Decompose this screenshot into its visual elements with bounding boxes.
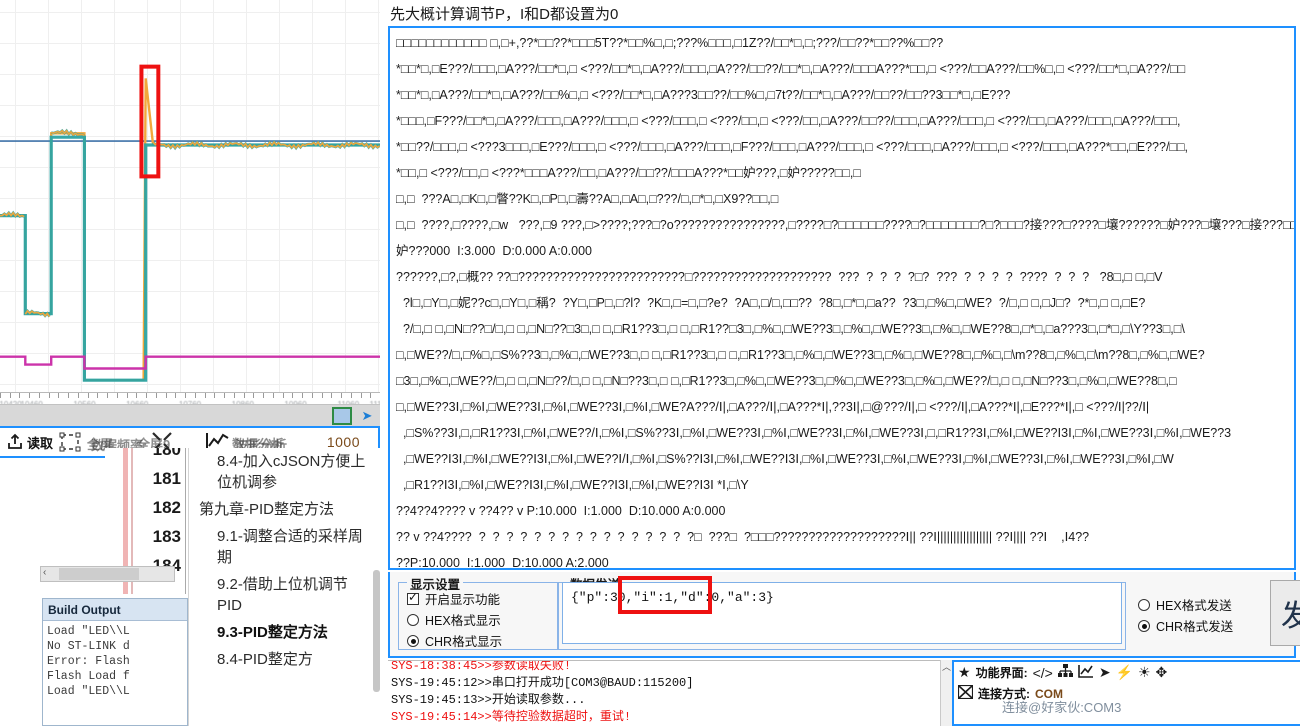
build-log-line: Load "LED\\L [47, 625, 130, 638]
receive-line: □,□ ???A□,□K□,□瞥??K□,□P□,□壽??A□,□A□,□???… [396, 192, 779, 206]
log-line: SYS-19:45:14>>等待控验数据超时，重试! [391, 710, 632, 724]
selection-icon [59, 432, 81, 452]
editor-scroll-left-arrow[interactable]: ‹ [43, 567, 46, 578]
receive-line: ?? v ??4???? ? ? ? ? ? ? ? ? ? ? ? ? ? ?… [396, 530, 1090, 544]
hex-send-radio[interactable] [1138, 598, 1150, 611]
move-icon[interactable]: ✥ [1156, 664, 1168, 681]
log-scroll-up-arrow[interactable]: ︿ [942, 662, 951, 672]
receive-line: □,□WE??/□,□%□,□S%??3□,□%□,□WE??3□,□ □,□R… [396, 348, 1205, 362]
send-data-input[interactable]: {"p":30,"i":1,"d":0,"a":3} [562, 582, 1122, 644]
hex-display-radio[interactable] [407, 613, 419, 626]
star-icon[interactable]: ★ [958, 664, 971, 681]
receive-text-content: □□□□□□□□□□□□ □,□+,??*□□??*□□□5T??*□□%□,□… [390, 28, 1294, 570]
toc-item[interactable]: 8.4-PID整定方 [189, 646, 384, 673]
hex-send-label: HEX格式发送 [1156, 599, 1232, 613]
chr-display-label: CHR格式显示 [425, 635, 503, 649]
hex-send-radio-row[interactable]: HEX格式发送 [1138, 594, 1233, 615]
send-button[interactable]: 发 [1270, 580, 1300, 646]
receive-line: ,□S%??3Ⅰ,□,□R1??3Ⅰ,□%Ⅰ,□WE??/Ⅰ,□%Ⅰ,□S%??… [396, 426, 1232, 440]
receive-line: ,□WE??Ⅰ3Ⅰ,□%Ⅰ,□WE??Ⅰ3Ⅰ,□%Ⅰ,□WE??Ⅰ/Ⅰ,□%Ⅰ,… [396, 452, 1174, 466]
waveform-chart-panel[interactable] [0, 0, 380, 392]
editor-line-number: 182 [152, 498, 181, 517]
display-settings-group: 显示设置 开启显示功能 HEX格式显示 CHR格式显示 [398, 574, 558, 651]
bolt-icon[interactable]: ⚡ [1116, 664, 1133, 681]
link-icon[interactable] [957, 684, 974, 702]
toc-item[interactable]: 9.3-PID整定方法 [189, 619, 384, 646]
build-log-line: Error: Flash [47, 655, 130, 668]
chart-icon[interactable] [1078, 664, 1094, 681]
receive-line: *□□□,□F???/□□*□,□A???/□□□,□A???/□□□,□ <?… [396, 114, 1181, 128]
build-log-line: Flash Load f [47, 670, 130, 683]
receive-textarea[interactable]: □□□□□□□□□□□□ □,□+,??*□□??*□□□5T??*□□%□,□… [388, 26, 1296, 570]
chr-display-radio-row[interactable]: CHR格式显示 [407, 630, 557, 651]
enable-display-checkbox[interactable] [407, 590, 419, 605]
read-label: 读取 [27, 435, 54, 451]
log-line: SYS-19:45:13>>开始读取参数... [391, 693, 586, 707]
log-scrollbar[interactable]: ︿ [940, 660, 952, 726]
chr-send-radio[interactable] [1138, 619, 1150, 632]
send-icon[interactable]: ➤ [1099, 664, 1111, 681]
receive-line: ??????,□?,□概?? ??□??????????????????????… [396, 270, 1163, 284]
select-region-button[interactable] [57, 432, 83, 452]
chart-horizontal-scrollbar[interactable]: ➤ [0, 404, 380, 426]
editor-line-number: 183 [152, 527, 181, 546]
receive-line: □□□□□□□□□□□□ □,□+,??*□□??*□□□5T??*□□%□,□… [396, 36, 944, 50]
editor-scrollbar-thumb[interactable] [59, 568, 139, 580]
build-log-line: Load "LED\\L [47, 685, 130, 698]
toc-item[interactable]: 8.4-加入cJSON方便上位机调参 [189, 448, 384, 496]
receive-line: *□□*□,□E???/□□□,□A???/□□*□,□ <???/□□*□,□… [396, 62, 1186, 76]
annotation-note: 先大概计算调节P，I和D都设置为0 [390, 5, 619, 23]
log-line: SYS-18:38:45>>参数读取失败! [391, 660, 572, 673]
build-output-panel[interactable]: Build Output Load "LED\\L No ST-LINK d Err… [42, 598, 188, 726]
toc-item[interactable]: 第九章-PID整定方法 [189, 496, 384, 523]
read-button[interactable]: 读取 [4, 433, 55, 452]
log-line: SYS-19:45:12>>串口打开成功[COM3@BAUD:115200] [391, 676, 694, 690]
document-toc-pane[interactable]: 8.4-加入cJSON方便上位机调参 第九章-PID整定方法 9.1-调整合适的采样… [188, 448, 384, 726]
tree-icon[interactable] [1057, 664, 1073, 681]
settings-band: 显示设置 开启显示功能 HEX格式显示 CHR格式显示 数据发送 {"p": [388, 572, 1300, 658]
hex-display-label: HEX格式显示 [425, 614, 501, 628]
receive-line: *□□,□ <???/□□,□ <???*□□□A???/□□,□A???/□□… [396, 166, 861, 180]
function-status-bar[interactable]: ★ 功能界面: </> ➤ ⚡ ☀ ✥ 连接方式: COM [952, 660, 1300, 726]
editor-line-number: 180 [152, 448, 181, 459]
brightness-icon[interactable]: ☀ [1138, 664, 1151, 681]
editor-line-number: 181 [152, 469, 181, 488]
serial-assistant-window: 先大概计算调节P，I和D都设置为0 □□□□□□□□□□□□ □,□+,??*□… [384, 0, 1300, 726]
receive-line: ,□R1??Ⅰ3Ⅰ,□%Ⅰ,□WE??Ⅰ3Ⅰ,□%Ⅰ,□WE??Ⅰ3Ⅰ,□%Ⅰ,… [396, 478, 749, 492]
scrollbar-thumb[interactable] [332, 407, 352, 425]
function-ui-label: 功能界面: [975, 666, 1028, 680]
toc-scrollbar-thumb[interactable] [373, 570, 380, 692]
receive-line: *□□??/□□□,□ <???3□□□,□E???/□□□,□ <???/□□… [396, 140, 1189, 154]
code-icon[interactable]: </> [1033, 665, 1053, 681]
receive-line: ?/□,□ □,□N□??□/□,□ □,□N□??□3□,□ □,□R1??3… [396, 322, 1185, 336]
receive-line: *□□*□,□A???/□□*□,□A???/□□%□,□ <???/□□*□,… [396, 88, 1011, 102]
build-log-line: No ST-LINK d [47, 640, 130, 653]
scroll-right-arrow[interactable]: ➤ [358, 408, 376, 424]
chart-plot [0, 64, 380, 382]
chr-display-radio[interactable] [407, 634, 419, 647]
build-output-log[interactable]: Load "LED\\L No ST-LINK d Error: Flash Flas… [43, 621, 187, 699]
function-ui-row[interactable]: ★ 功能界面: </> ➤ ⚡ ☀ ✥ [954, 662, 1300, 683]
receive-line: □3□,□%□,□WE??/□,□ □,□N□??/□,□ □,□N□??3□,… [396, 374, 1177, 388]
receive-line: ?l□,□Y□,□妮??c□,□Y□,□稱? ?Y□,□P□,□?l? ?K□,… [396, 296, 1146, 310]
toc-item[interactable]: 9.1-调整合适的采样周期 [189, 523, 384, 571]
editor-horizontal-scrollbar[interactable]: ‹ [40, 566, 175, 582]
chr-send-radio-row[interactable]: CHR格式发送 [1138, 615, 1233, 636]
hex-display-radio-row[interactable]: HEX格式显示 [407, 609, 557, 630]
system-log-area[interactable]: SYS-18:38:45>>参数读取失败! SYS-19:45:12>>串口打开成… [388, 660, 948, 726]
toc-list[interactable]: 8.4-加入cJSON方便上位机调参 第九章-PID整定方法 9.1-调整合适的采样… [189, 448, 384, 673]
toc-item[interactable]: 9.2-借助上位机调节PID [189, 571, 384, 619]
chr-send-label: CHR格式发送 [1156, 620, 1234, 634]
receive-line: ??4??4???? v ??4?? v P:10.000 I:1.000 D:… [396, 504, 726, 518]
upload-icon [8, 433, 22, 449]
watermark-text: 连接@好家伙:COM3 [1002, 700, 1122, 715]
receive-line: □,□WE??3Ⅰ,□%Ⅰ,□WE??3Ⅰ,□%Ⅰ,□WE??3Ⅰ,□%Ⅰ,□W… [396, 400, 1150, 414]
receive-line: 妒???000 I:3.000 D:0.000 A:0.000 [396, 244, 592, 258]
receive-line: ??P:10.000 I:1.000 D:10.000 A:2.000 [396, 556, 609, 570]
receive-line: □,□ ????,□????,□w ???,□9 ???,□>????;???□… [396, 218, 1294, 232]
build-output-title: Build Output [43, 599, 187, 621]
